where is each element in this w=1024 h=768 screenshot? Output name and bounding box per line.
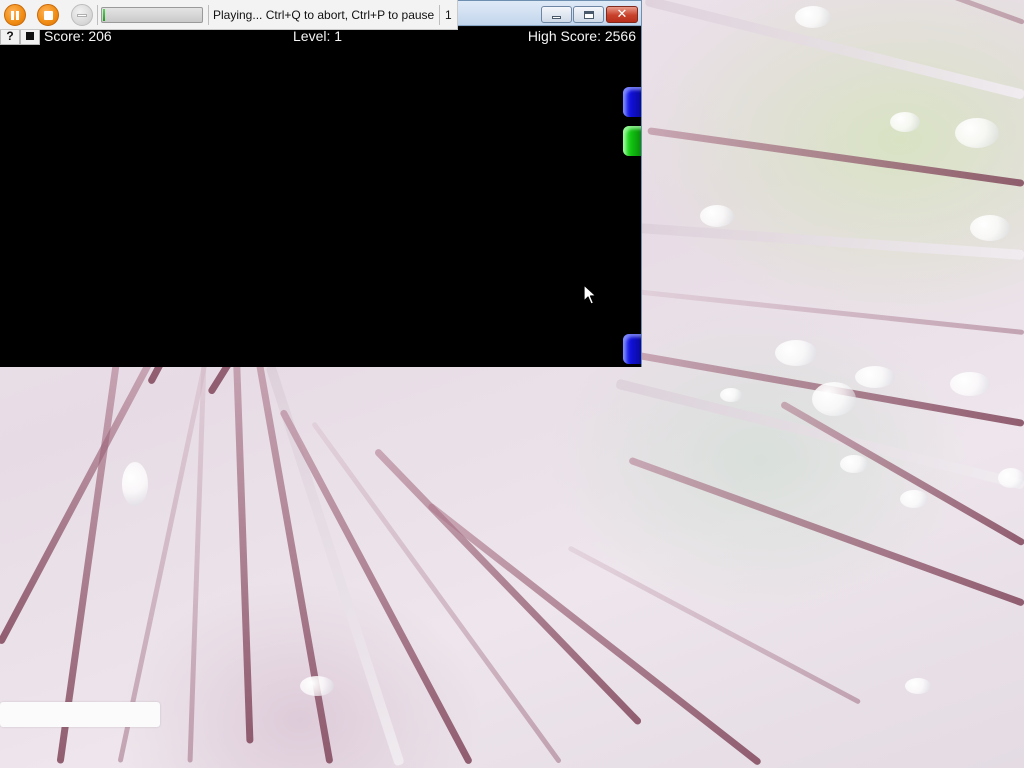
desktop-widget-bar [0, 702, 160, 727]
wallpaper-droplet [998, 468, 1024, 488]
wallpaper-droplet [795, 6, 831, 28]
stop-button[interactable] [37, 4, 59, 26]
help-label: ? [6, 28, 14, 43]
wallpaper-droplet [775, 340, 817, 366]
score-label: Score: 206 [44, 28, 112, 44]
wallpaper-stem [567, 545, 862, 705]
wallpaper-droplet [122, 462, 148, 506]
toolbar-divider [97, 5, 98, 25]
wallpaper-stem [644, 0, 1024, 100]
toolbar-divider [439, 5, 440, 25]
wallpaper-stem [279, 408, 474, 766]
wallpaper-droplet [720, 388, 742, 402]
minimize-icon [552, 16, 561, 19]
wallpaper-stem [373, 447, 643, 726]
game-window: ✕ [0, 0, 642, 367]
maximize-button[interactable] [573, 6, 604, 23]
close-icon: ✕ [616, 7, 628, 22]
level-label: Level: 1 [293, 28, 343, 44]
wallpaper-droplet [955, 118, 999, 148]
maximize-icon [583, 10, 594, 19]
wallpaper-droplet [950, 372, 990, 396]
wallpaper-stem [253, 349, 334, 765]
wallpaper-droplet [900, 490, 928, 508]
stop-square-icon [26, 31, 34, 40]
wallpaper-stem [635, 289, 1024, 335]
toolbar-divider [208, 5, 209, 25]
progress-fill [103, 9, 105, 21]
wallpaper-stem [628, 456, 1024, 607]
game-block-blue [623, 87, 641, 117]
game-block-blue [623, 334, 641, 364]
stop-icon [43, 10, 53, 20]
wallpaper-droplet [890, 112, 920, 132]
wallpaper-droplet [300, 676, 334, 696]
game-block-green [623, 126, 641, 156]
wallpaper-droplet [905, 678, 931, 694]
recorder-toolbar: Playing... Ctrl+Q to abort, Ctrl+P to pa… [0, 0, 458, 30]
wallpaper-stem [634, 222, 1024, 260]
wallpaper-stem [426, 502, 763, 767]
playback-status-text: Playing... Ctrl+Q to abort, Ctrl+P to pa… [213, 8, 435, 22]
playback-counter: 1 [445, 8, 452, 22]
minus-icon [77, 13, 87, 17]
minimize-button[interactable] [541, 6, 572, 23]
wallpaper-droplet [812, 382, 856, 416]
pause-button[interactable] [4, 4, 26, 26]
disabled-button[interactable] [71, 4, 93, 26]
wallpaper-stem [232, 343, 254, 744]
high-score-label: High Score: 2566 [527, 28, 636, 44]
pause-icon [11, 10, 19, 20]
mouse-cursor-icon [583, 284, 597, 305]
game-canvas[interactable] [0, 27, 641, 367]
wallpaper-droplet [855, 366, 895, 388]
playback-progress-bar [101, 7, 203, 23]
close-button[interactable]: ✕ [606, 6, 638, 23]
wallpaper-droplet [840, 455, 868, 473]
wallpaper-droplet [700, 205, 734, 227]
wallpaper-droplet [970, 215, 1010, 241]
